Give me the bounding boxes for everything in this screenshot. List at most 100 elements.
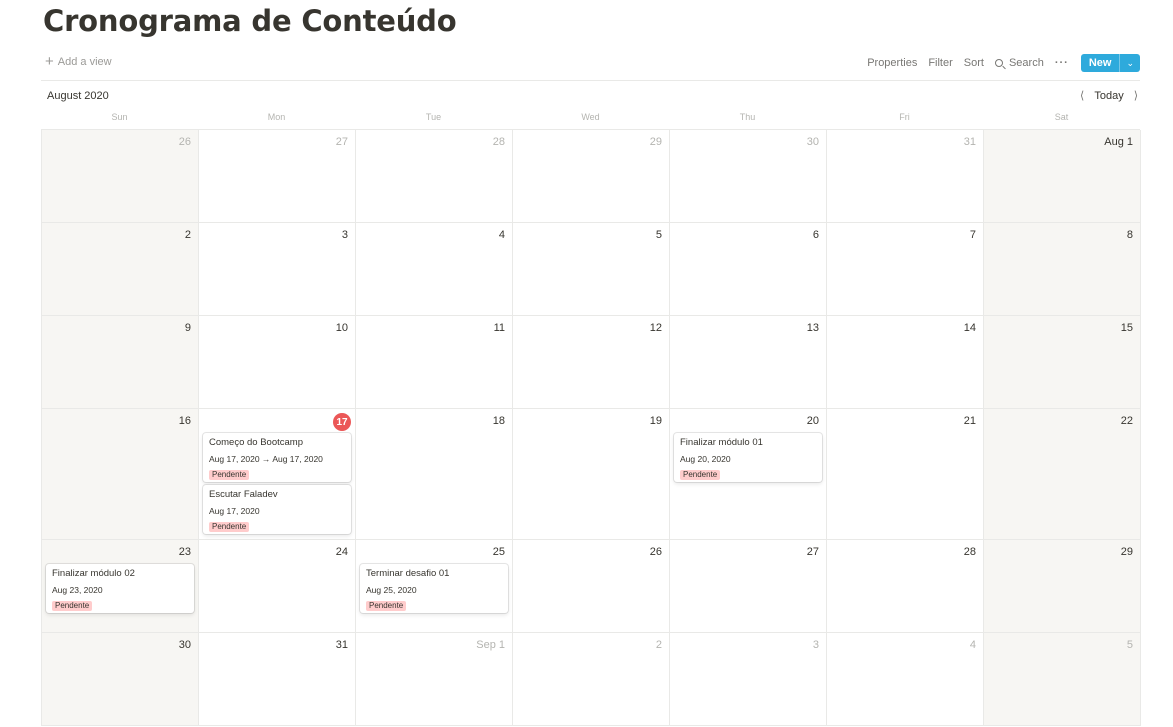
add-view-label: Add a view (57, 56, 112, 68)
day-number: 7 (969, 229, 976, 241)
event-card[interactable]: Terminar desafio 01 Aug 25, 2020 Pendente (360, 564, 508, 613)
more-options-icon[interactable]: ··· (1055, 57, 1069, 69)
today-date-badge: 17 (333, 413, 351, 431)
calendar-day-cell[interactable]: 5 (513, 223, 670, 316)
calendar-day-cell[interactable]: 21 (827, 409, 984, 540)
calendar-day-cell[interactable]: 30 (670, 130, 827, 223)
day-number: 8 (1126, 229, 1133, 241)
event-date: Aug 25, 2020 (366, 585, 417, 595)
calendar-day-cell[interactable]: 4 (356, 223, 513, 316)
event-title: Terminar desafio 01 (366, 568, 450, 579)
weekday-header: Sun Mon Tue Wed Thu Fri Sat (41, 112, 1140, 122)
calendar-day-cell[interactable]: 19 (513, 409, 670, 540)
day-number: 27 (806, 546, 819, 558)
event-list: Começo do Bootcamp Aug 17, 2020 → Aug 17,… (203, 433, 351, 534)
event-card[interactable]: Escutar Faladev Aug 17, 2020 Pendente (203, 485, 351, 534)
day-number: 30 (178, 639, 191, 651)
calendar-week-row: 2 3 4 5 6 7 8 (42, 223, 1141, 316)
calendar-day-cell[interactable]: 27 (199, 130, 356, 223)
plus-icon: + (45, 53, 54, 70)
calendar-day-cell[interactable]: 17 Começo do Bootcamp Aug 17, 2020 → Aug 1… (199, 409, 356, 540)
day-number: 4 (498, 229, 505, 241)
calendar-day-cell[interactable]: 27 (670, 540, 827, 633)
day-number: 2 (184, 229, 191, 241)
calendar-day-cell[interactable]: 29 (513, 130, 670, 223)
calendar-week-row: 30 31 Sep 1 2 3 4 5 (42, 633, 1141, 726)
calendar-day-cell[interactable]: 14 (827, 316, 984, 409)
day-number: 31 (335, 639, 348, 651)
event-title: Finalizar módulo 01 (680, 437, 763, 448)
calendar-day-cell[interactable]: 25 Terminar desafio 01 Aug 25, 2020 Pendent… (356, 540, 513, 633)
day-number: Aug 1 (1104, 136, 1133, 148)
day-number: 3 (812, 639, 819, 651)
calendar-day-cell[interactable]: 31 (199, 633, 356, 726)
calendar-day-cell[interactable]: 8 (984, 223, 1141, 316)
calendar-day-cell[interactable]: Sep 1 (356, 633, 513, 726)
day-number: 19 (649, 415, 662, 427)
calendar-day-cell[interactable]: 20 Finalizar módulo 01 Aug 20, 2020 Pendent… (670, 409, 827, 540)
event-card[interactable]: Começo do Bootcamp Aug 17, 2020 → Aug 17,… (203, 433, 351, 482)
calendar-day-cell[interactable]: 9 (42, 316, 199, 409)
day-number: 10 (335, 322, 348, 334)
search-label: Search (1008, 57, 1044, 69)
calendar-day-cell[interactable]: 28 (827, 540, 984, 633)
calendar-day-cell[interactable]: 18 (356, 409, 513, 540)
status-badge: Pendente (209, 522, 250, 532)
event-date: Aug 20, 2020 (680, 454, 731, 464)
event-title: Escutar Faladev (209, 489, 278, 500)
calendar-day-cell[interactable]: 30 (42, 633, 199, 726)
calendar-day-cell[interactable]: 6 (670, 223, 827, 316)
search-button[interactable]: Search (994, 57, 1044, 69)
calendar-day-cell[interactable]: 4 (827, 633, 984, 726)
calendar-day-cell[interactable]: 31 (827, 130, 984, 223)
properties-button[interactable]: Properties (867, 57, 917, 69)
filter-button[interactable]: Filter (928, 57, 952, 69)
calendar-day-cell[interactable]: 11 (356, 316, 513, 409)
calendar-day-cell[interactable]: 10 (199, 316, 356, 409)
event-card[interactable]: Finalizar módulo 01 Aug 20, 2020 Pendente (674, 433, 822, 482)
calendar-day-cell[interactable]: Aug 1 (984, 130, 1141, 223)
search-icon (994, 59, 1003, 67)
view-toolbar: + Add a view Properties Filter Sort Sear… (41, 53, 1140, 81)
page-title[interactable]: Cronograma de Conteúdo (43, 4, 457, 38)
status-badge: Pendente (52, 601, 93, 611)
new-button[interactable]: New ⌄ (1080, 54, 1140, 72)
chevron-left-icon[interactable]: ⟨ (1080, 89, 1084, 102)
calendar-day-cell[interactable]: 3 (199, 223, 356, 316)
day-number: Sep 1 (476, 639, 505, 651)
status-badge: Pendente (209, 470, 250, 480)
calendar-day-cell[interactable]: 26 (42, 130, 199, 223)
calendar-day-cell[interactable]: 2 (513, 633, 670, 726)
event-date: Aug 17, 2020 → Aug 17, 2020 (209, 454, 323, 464)
weekday-sat: Sat (1054, 112, 1069, 122)
chevron-right-icon[interactable]: ⟩ (1134, 89, 1138, 102)
status-badge: Pendente (366, 601, 407, 611)
calendar-day-cell[interactable]: 28 (356, 130, 513, 223)
calendar-day-cell[interactable]: 26 (513, 540, 670, 633)
calendar-day-cell[interactable]: 12 (513, 316, 670, 409)
calendar-week-row: 23 Finalizar módulo 02 Aug 23, 2020 Pendent… (42, 540, 1141, 633)
event-card[interactable]: Finalizar módulo 02 Aug 23, 2020 Pendente (46, 564, 194, 613)
calendar-day-cell[interactable]: 5 (984, 633, 1141, 726)
calendar-day-cell[interactable]: 13 (670, 316, 827, 409)
add-view-button[interactable]: + Add a view (45, 53, 112, 70)
calendar-day-cell[interactable]: 16 (42, 409, 199, 540)
day-number: 15 (1120, 322, 1133, 334)
sort-button[interactable]: Sort (964, 57, 984, 69)
today-button[interactable]: Today (1094, 90, 1123, 102)
calendar-day-cell[interactable]: 3 (670, 633, 827, 726)
calendar-day-cell[interactable]: 29 (984, 540, 1141, 633)
day-number: 12 (649, 322, 662, 334)
day-number: 13 (806, 322, 819, 334)
day-number: 4 (969, 639, 976, 651)
chevron-down-icon[interactable]: ⌄ (1120, 58, 1140, 69)
calendar-day-cell[interactable]: 24 (199, 540, 356, 633)
calendar-day-cell[interactable]: 2 (42, 223, 199, 316)
day-number: 5 (1126, 639, 1133, 651)
calendar-week-row: 26 27 28 29 30 31 Aug 1 (42, 130, 1141, 223)
calendar-day-cell[interactable]: 15 (984, 316, 1141, 409)
calendar-day-cell[interactable]: 7 (827, 223, 984, 316)
day-number: 6 (812, 229, 819, 241)
calendar-day-cell[interactable]: 23 Finalizar módulo 02 Aug 23, 2020 Pendent… (42, 540, 199, 633)
calendar-day-cell[interactable]: 22 (984, 409, 1141, 540)
